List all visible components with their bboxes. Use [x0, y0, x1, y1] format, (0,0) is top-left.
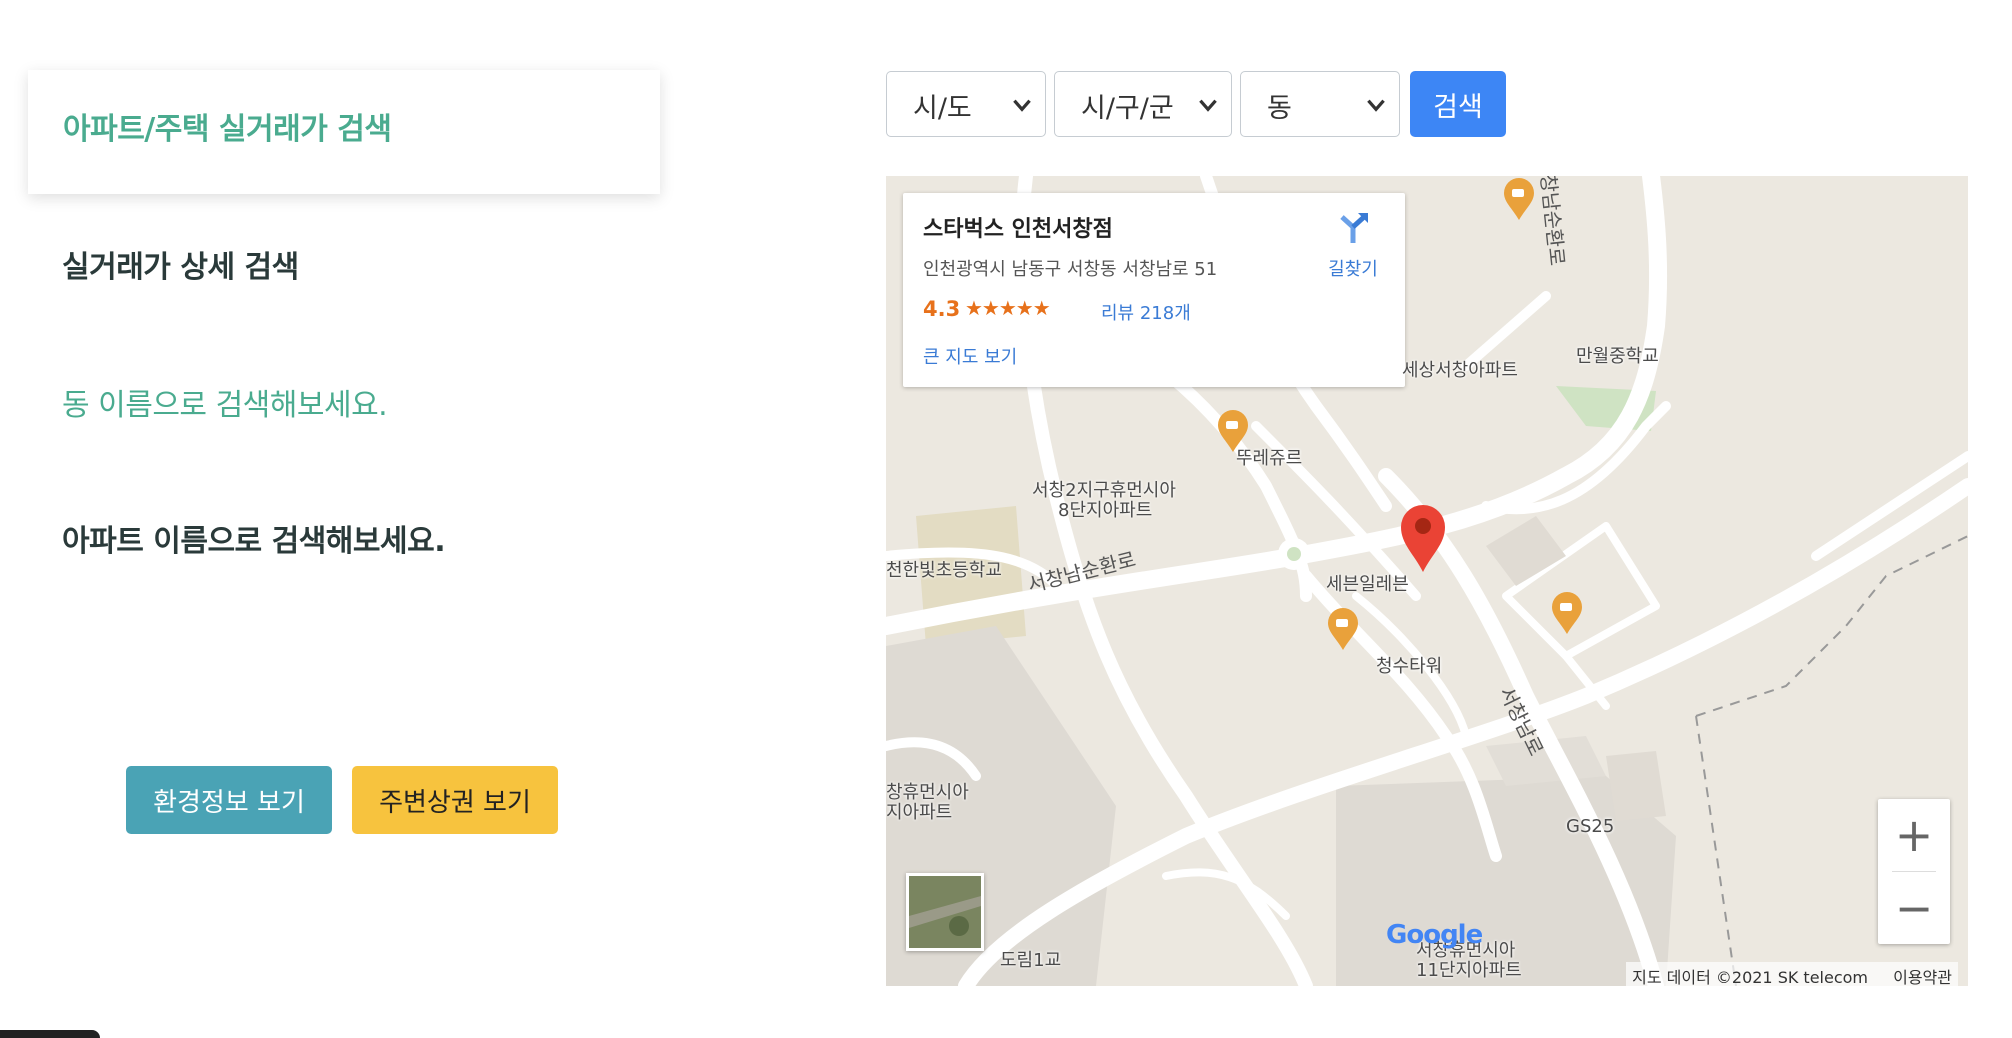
map-label[interactable]: 천한빛초등학교 — [886, 556, 1002, 582]
gugun-select-value: 시/구/군 — [1081, 93, 1174, 124]
satellite-toggle[interactable] — [906, 873, 984, 951]
map-label[interactable]: 8단지아파트 — [1058, 496, 1152, 522]
nearby-shops-button[interactable]: 주변상권 보기 — [352, 766, 558, 834]
directions-icon — [1340, 213, 1368, 243]
gugun-select[interactable]: 시/구/군 — [1054, 71, 1232, 137]
directions-button[interactable]: 길찾기 — [1313, 211, 1393, 281]
map-label[interactable]: 세븐일레븐 — [1326, 570, 1409, 596]
cafe-pin-icon[interactable] — [1326, 606, 1360, 650]
chevron-down-icon — [1199, 99, 1217, 112]
map-label[interactable]: 청수타워 — [1376, 652, 1442, 678]
directions-label: 길찾기 — [1328, 259, 1378, 280]
search-button[interactable]: 검색 — [1410, 71, 1506, 137]
cafe-pin-icon[interactable] — [1502, 176, 1536, 220]
place-info-card: 스타벅스 인천서창점 인천광역시 남동구 서창동 서창남로 51 4.3 ★★★… — [903, 193, 1405, 387]
zoom-control: + − — [1878, 799, 1950, 944]
dong-select-value: 동 — [1267, 93, 1292, 124]
satellite-thumbnail-icon — [909, 876, 981, 948]
terms-link[interactable]: 이용약관 — [1893, 968, 1952, 986]
map-label[interactable]: 뚜레쥬르 — [1236, 444, 1302, 470]
dong-search-hint[interactable]: 동 이름으로 검색해보세요. — [62, 380, 388, 424]
google-logo: Google — [1386, 920, 1483, 950]
sido-select[interactable]: 시/도 — [886, 71, 1046, 137]
dong-select[interactable]: 동 — [1240, 71, 1400, 137]
place-address: 인천광역시 남동구 서창동 서창남로 51 — [923, 259, 1218, 280]
zoom-out-button[interactable]: − — [1878, 872, 1950, 944]
reviews-link[interactable]: 리뷰 218개 — [1101, 299, 1191, 325]
map-label[interactable]: 지아파트 — [886, 798, 952, 824]
map-label[interactable]: GS25 — [1566, 816, 1614, 837]
location-marker-icon[interactable] — [1398, 504, 1448, 572]
map-label[interactable]: 만월중학교 — [1576, 342, 1659, 368]
map-label[interactable]: 도림1교 — [1000, 946, 1061, 972]
place-rating: 4.3 — [923, 297, 961, 321]
chevron-down-icon — [1367, 99, 1385, 112]
bottom-scroll-indicator — [0, 1030, 100, 1038]
big-map-link[interactable]: 큰 지도 보기 — [923, 343, 1017, 369]
map-label[interactable]: 세상서창아파트 — [1402, 356, 1518, 382]
env-info-button[interactable]: 환경정보 보기 — [126, 766, 332, 834]
map-attribution: 지도 데이터 ©2021 SK telecom 이용약관 — [1626, 962, 1958, 986]
detail-search-heading[interactable]: 실거래가 상세 검색 — [62, 242, 299, 286]
zoom-in-button[interactable]: + — [1878, 799, 1950, 871]
chevron-down-icon — [1013, 99, 1031, 112]
map-data-credit: 지도 데이터 ©2021 SK telecom — [1632, 968, 1869, 986]
map-label[interactable]: 11단지아파트 — [1416, 956, 1522, 982]
apt-search-hint[interactable]: 아파트 이름으로 검색해보세요. — [62, 516, 446, 560]
sido-select-value: 시/도 — [913, 93, 972, 124]
place-name: 스타벅스 인천서창점 — [923, 217, 1113, 242]
map-canvas[interactable]: 스타벅스 인천서창점 인천광역시 남동구 서창동 서창남로 51 4.3 ★★★… — [886, 176, 1968, 986]
rating-stars-icon: ★★★★★ — [965, 296, 1051, 320]
page-title: 아파트/주택 실거래가 검색 — [63, 112, 392, 147]
cafe-pin-icon[interactable] — [1550, 590, 1584, 634]
title-card: 아파트/주택 실거래가 검색 — [28, 70, 660, 194]
